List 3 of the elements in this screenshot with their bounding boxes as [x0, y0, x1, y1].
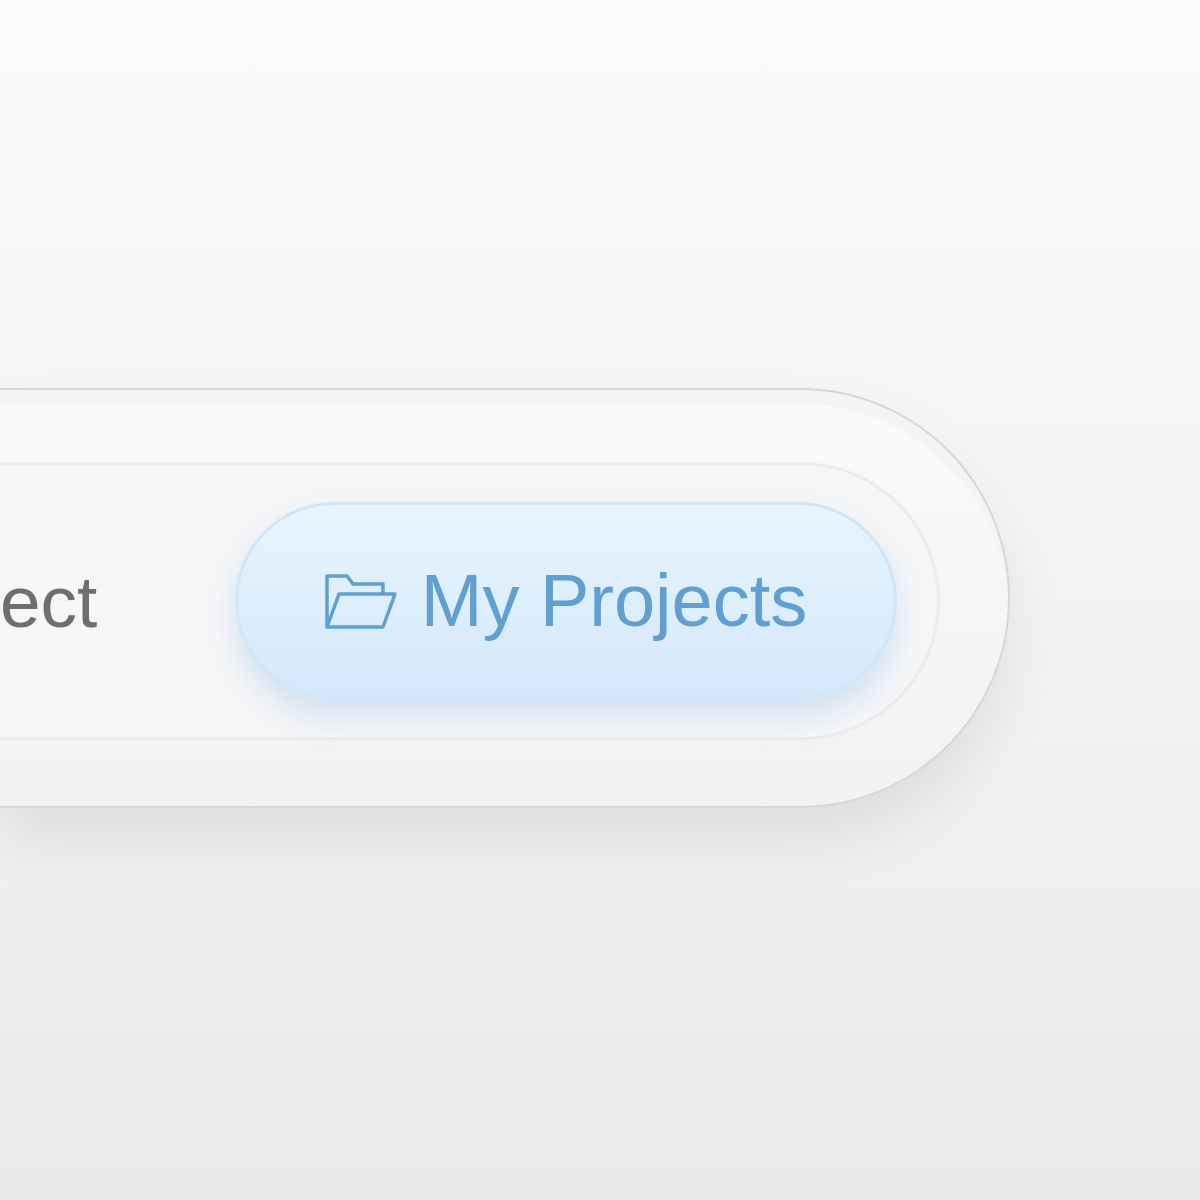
folder-icon [324, 572, 397, 630]
segment-tab[interactable]: ect [0, 564, 98, 638]
segment-tab[interactable]: My Projects [235, 502, 897, 700]
